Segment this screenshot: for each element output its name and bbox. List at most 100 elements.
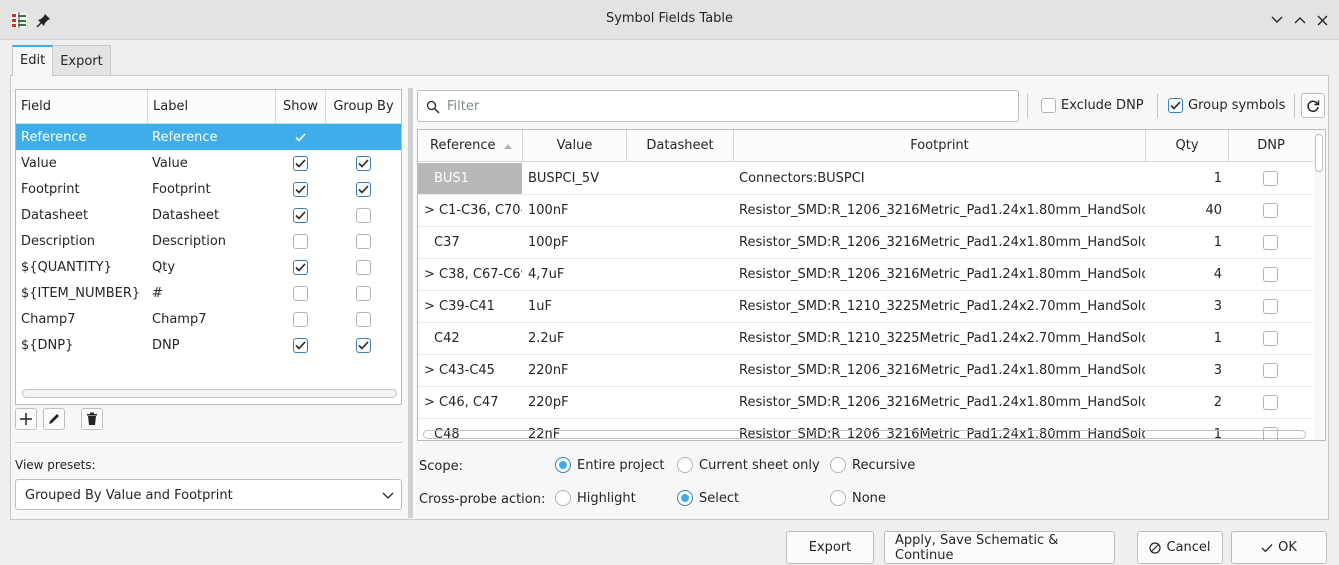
field-row[interactable]: ${ITEM_NUMBER} #: [16, 280, 401, 306]
dnp-checkbox[interactable]: [1263, 363, 1278, 378]
exclude-dnp-toggle[interactable]: Exclude DNP: [1041, 98, 1144, 113]
crossprobe-highlight-radio[interactable]: [555, 490, 571, 506]
show-checkbox[interactable]: [292, 129, 308, 145]
header-field[interactable]: Field: [16, 99, 147, 114]
delete-field-button[interactable]: [81, 408, 103, 430]
field-name[interactable]: Description: [16, 234, 147, 249]
crossprobe-select-radio[interactable]: [677, 490, 693, 506]
footprint-cell[interactable]: Resistor_SMD:R_1206_3216Metric_Pad1.24x1…: [733, 235, 1145, 250]
grid-header-footprint[interactable]: Footprint: [733, 130, 1145, 162]
reference-cell[interactable]: BUS1: [418, 163, 522, 194]
view-presets-select[interactable]: Grouped By Value and Footprint: [15, 479, 402, 510]
maximize-icon[interactable]: [1291, 11, 1309, 29]
reference-cell[interactable]: > C39-C41: [418, 299, 522, 314]
value-cell[interactable]: 100pF: [522, 235, 626, 250]
field-row[interactable]: ${QUANTITY} Qty: [16, 254, 401, 280]
header-group-by[interactable]: Group By: [325, 90, 401, 124]
scope-entire-project[interactable]: Entire project: [555, 457, 664, 473]
dnp-checkbox[interactable]: [1263, 299, 1278, 314]
ok-button[interactable]: OK: [1231, 531, 1327, 564]
field-name[interactable]: Footprint: [16, 182, 147, 197]
field-label[interactable]: Value: [147, 156, 275, 171]
grid-header-qty[interactable]: Qty: [1145, 130, 1228, 162]
field-row[interactable]: Datasheet Datasheet: [16, 202, 401, 228]
scope-current-sheet-radio[interactable]: [677, 457, 693, 473]
dnp-checkbox[interactable]: [1263, 203, 1278, 218]
close-icon[interactable]: [1313, 11, 1331, 29]
field-label[interactable]: Qty: [147, 260, 275, 275]
scrollbar-thumb[interactable]: [1315, 134, 1323, 172]
show-checkbox[interactable]: [292, 155, 308, 171]
field-name[interactable]: Value: [16, 156, 147, 171]
field-label[interactable]: #: [147, 286, 275, 301]
field-name[interactable]: Champ7: [16, 312, 147, 327]
group-by-checkbox[interactable]: [355, 259, 371, 275]
field-name[interactable]: Reference: [16, 130, 147, 145]
reference-cell[interactable]: C37: [418, 235, 522, 250]
scope-recursive-radio[interactable]: [830, 457, 846, 473]
group-by-checkbox[interactable]: [355, 337, 371, 353]
group-by-checkbox[interactable]: [355, 129, 371, 145]
group-by-checkbox[interactable]: [355, 207, 371, 223]
cancel-button[interactable]: Cancel: [1137, 531, 1223, 564]
value-cell[interactable]: BUSPCI_5V: [522, 171, 626, 186]
grid-row[interactable]: C42 2.2uF Resistor_SMD:R_1210_3225Metric_P…: [418, 323, 1313, 355]
grid-vertical-scrollbar[interactable]: [1314, 130, 1324, 440]
show-checkbox[interactable]: [292, 181, 308, 197]
footprint-cell[interactable]: Resistor_SMD:R_1206_3216Metric_Pad1.24x1…: [733, 395, 1145, 410]
dnp-checkbox[interactable]: [1263, 331, 1278, 346]
grid-row[interactable]: > C38, C67-C69 4,7uF Resistor_SMD:R_1206_3…: [418, 259, 1313, 291]
footprint-cell[interactable]: Resistor_SMD:R_1206_3216Metric_Pad1.24x1…: [733, 267, 1145, 282]
group-by-checkbox[interactable]: [355, 155, 371, 171]
dnp-checkbox[interactable]: [1263, 267, 1278, 282]
grid-row[interactable]: BUS1 BUSPCI_5V Connectors:BUSPCI 1: [418, 163, 1313, 195]
value-cell[interactable]: 2.2uF: [522, 331, 626, 346]
grid-header-dnp[interactable]: DNP: [1228, 130, 1313, 162]
grid-header-value[interactable]: Value: [522, 130, 626, 162]
value-cell[interactable]: 100nF: [522, 203, 626, 218]
export-button[interactable]: Export: [786, 531, 874, 564]
field-label[interactable]: Champ7: [147, 312, 275, 327]
reference-cell[interactable]: > C43-C45: [418, 363, 522, 378]
apply-save-continue-button[interactable]: Apply, Save Schematic & Continue: [884, 531, 1115, 564]
tab-export[interactable]: Export: [52, 45, 111, 75]
show-checkbox[interactable]: [292, 233, 308, 249]
field-row[interactable]: Description Description: [16, 228, 401, 254]
group-symbols-checkbox[interactable]: [1168, 98, 1183, 113]
show-checkbox[interactable]: [292, 337, 308, 353]
crossprobe-select[interactable]: Select: [677, 490, 739, 506]
field-label[interactable]: DNP: [147, 338, 275, 353]
reference-cell[interactable]: > C38, C67-C69: [418, 267, 522, 282]
value-cell[interactable]: 220nF: [522, 363, 626, 378]
field-row[interactable]: Champ7 Champ7: [16, 306, 401, 332]
fields-horizontal-scrollbar[interactable]: [22, 389, 397, 398]
footprint-cell[interactable]: Resistor_SMD:R_1210_3225Metric_Pad1.24x2…: [733, 331, 1145, 346]
reference-cell[interactable]: > C46, C47: [418, 395, 522, 410]
footprint-cell[interactable]: Resistor_SMD:R_1206_3216Metric_Pad1.24x1…: [733, 363, 1145, 378]
value-cell[interactable]: 220pF: [522, 395, 626, 410]
add-field-button[interactable]: [15, 408, 37, 430]
field-label[interactable]: Footprint: [147, 182, 275, 197]
reference-cell[interactable]: C42: [418, 331, 522, 346]
refresh-button[interactable]: [1301, 93, 1325, 118]
group-by-checkbox[interactable]: [355, 311, 371, 327]
crossprobe-none[interactable]: None: [830, 490, 886, 506]
value-cell[interactable]: 4,7uF: [522, 267, 626, 282]
scope-current-sheet[interactable]: Current sheet only: [677, 457, 820, 473]
header-label[interactable]: Label: [147, 90, 275, 124]
reference-cell[interactable]: > C1-C36, C70-C: [418, 203, 522, 218]
show-checkbox[interactable]: [292, 259, 308, 275]
value-cell[interactable]: 1uF: [522, 299, 626, 314]
filter-field[interactable]: [417, 90, 1019, 122]
dnp-checkbox[interactable]: [1263, 235, 1278, 250]
show-checkbox[interactable]: [292, 207, 308, 223]
footprint-cell[interactable]: Connectors:BUSPCI: [733, 171, 1145, 186]
footprint-cell[interactable]: Resistor_SMD:R_1210_3225Metric_Pad1.24x2…: [733, 299, 1145, 314]
scope-entire-project-radio[interactable]: [555, 457, 571, 473]
grid-horizontal-scrollbar[interactable]: [423, 430, 1306, 439]
show-checkbox[interactable]: [292, 285, 308, 301]
footprint-cell[interactable]: Resistor_SMD:R_1206_3216Metric_Pad1.24x1…: [733, 203, 1145, 218]
field-name[interactable]: ${QUANTITY}: [16, 260, 147, 275]
rename-field-button[interactable]: [43, 408, 65, 430]
dnp-checkbox[interactable]: [1263, 171, 1278, 186]
